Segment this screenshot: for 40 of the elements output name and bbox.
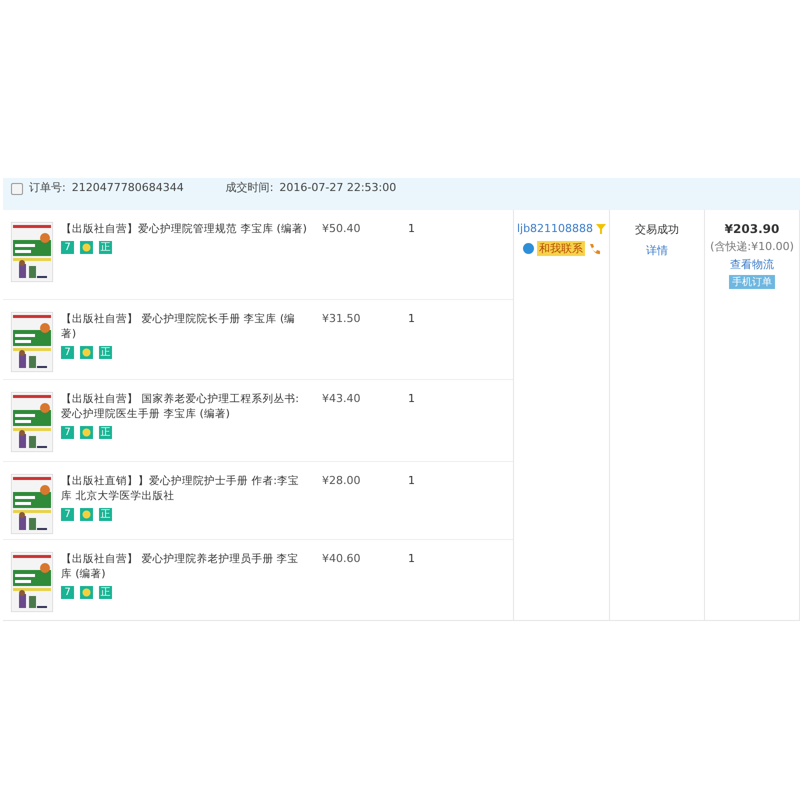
order-number: 2120477780684344 — [72, 181, 184, 195]
trade-status: 交易成功 — [635, 222, 679, 237]
quantity: 1 — [407, 311, 415, 325]
details-link[interactable]: 详情 — [646, 243, 668, 258]
service-badge: 正 — [99, 586, 112, 599]
service-badge: 正 — [99, 346, 112, 359]
seller-name[interactable]: ljb821108888 — [516, 222, 594, 235]
filter-icon[interactable] — [596, 224, 606, 234]
unit-price: ¥28.00 — [322, 473, 360, 487]
quantity: 1 — [407, 473, 415, 487]
quantity: 1 — [407, 551, 415, 565]
order-total: ¥203.90 — [724, 222, 780, 236]
service-badge: 7 — [61, 426, 74, 439]
unit-price: ¥31.50 — [322, 311, 360, 325]
mobile-order-tag: 手机订单 — [729, 275, 775, 289]
product-title[interactable]: 【出版社自营】 国家养老爱心护理工程系列丛书:爱心护理院医生手册 李宝库 (编著) — [61, 392, 307, 422]
phone-icon[interactable] — [588, 242, 600, 254]
service-badge: 7 — [61, 346, 74, 359]
shipping-fee: (含快递:¥10.00) — [710, 239, 794, 254]
quantity: 1 — [407, 221, 415, 235]
order-number-label: 订单号: — [29, 181, 66, 195]
service-badge: 正 — [99, 241, 112, 254]
product-title[interactable]: 【出版社自营】 爱心护理院院长手册 李宝库 (编著) — [61, 312, 307, 342]
order-time: 2016-07-27 22:53:00 — [279, 181, 396, 195]
order-checkbox[interactable] — [11, 183, 23, 195]
service-badge: 7 — [61, 586, 74, 599]
logistics-link[interactable]: 查看物流 — [730, 257, 774, 272]
contact-button[interactable]: 和我联系 — [537, 241, 585, 256]
unit-price: ¥43.40 — [322, 391, 360, 405]
unit-price: ¥40.60 — [322, 551, 360, 565]
service-badge: 正 — [99, 508, 112, 521]
product-title[interactable]: 【出版社自营】爱心护理院管理规范 李宝库 (编著) — [61, 222, 307, 237]
order-time-label: 成交时间: — [226, 181, 274, 195]
service-badge: 7 — [61, 508, 74, 521]
service-badge: 正 — [99, 426, 112, 439]
quantity: 1 — [407, 391, 415, 405]
service-badge: 7 — [61, 241, 74, 254]
product-title[interactable]: 【出版社直销】】爱心护理院护士手册 作者:李宝库 北京大学医学出版社 — [61, 474, 307, 504]
unit-price: ¥50.40 — [322, 221, 360, 235]
product-title[interactable]: 【出版社自营】 爱心护理院养老护理员手册 李宝库 (编著) — [61, 552, 307, 582]
